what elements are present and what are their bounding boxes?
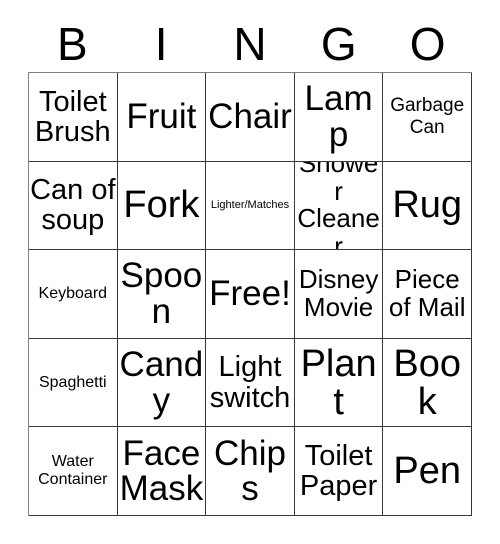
bingo-cell-i1[interactable]: Fruit xyxy=(117,73,207,162)
bingo-cell-label: Keyboard xyxy=(38,285,108,303)
bingo-cell-o5[interactable]: Pen xyxy=(383,427,472,516)
bingo-cell-label: Light switch xyxy=(209,351,291,414)
bingo-cell-label: Fruit xyxy=(126,96,197,136)
bingo-cell-i5[interactable]: Face Mask xyxy=(117,427,207,516)
bingo-card: B I N G O Toilet Brush Fruit Chair Lamp … xyxy=(0,0,500,544)
bingo-cell-g2[interactable]: Shower Cleaner xyxy=(294,161,384,251)
bingo-header-letter-i: I xyxy=(154,18,168,70)
bingo-cell-g3[interactable]: Disney Movie xyxy=(294,250,384,339)
bingo-cell-label: Toilet Paper xyxy=(299,440,378,503)
bingo-cell-label: Face Mask xyxy=(119,433,204,509)
bingo-cell-label: Toilet Brush xyxy=(34,85,111,148)
bingo-cell-label: Pen xyxy=(393,450,461,493)
bingo-cell-g5[interactable]: Toilet Paper xyxy=(294,427,384,516)
bingo-cell-label: Spaghetti xyxy=(38,373,107,391)
bingo-header-letter-g: G xyxy=(320,18,357,70)
bingo-cell-i4[interactable]: Candy xyxy=(117,338,207,428)
bingo-cell-o2[interactable]: Rug xyxy=(383,161,472,251)
bingo-cell-label: Lighter/Matches xyxy=(210,199,290,212)
bingo-cell-b3[interactable]: Keyboard xyxy=(29,250,118,339)
bingo-cell-o3[interactable]: Piece of Mail xyxy=(383,250,472,339)
bingo-cell-label: Rug xyxy=(392,184,463,227)
bingo-header-letter-n: N xyxy=(233,18,267,70)
bingo-cell-label: Water Container xyxy=(38,453,108,489)
bingo-header-row: B I N G O xyxy=(28,16,472,72)
bingo-cell-i3[interactable]: Spoon xyxy=(117,250,207,339)
bingo-cell-label: Chair xyxy=(208,96,292,136)
bingo-cell-n2[interactable]: Lighter/Matches xyxy=(206,161,295,251)
bingo-cell-o1[interactable]: Garbage Can xyxy=(383,73,472,162)
bingo-cell-g4[interactable]: Plant xyxy=(294,338,384,428)
bingo-cell-label: Chips xyxy=(214,433,286,509)
bingo-grid: Toilet Brush Fruit Chair Lamp Garbage Ca… xyxy=(28,72,472,516)
bingo-cell-i2[interactable]: Fork xyxy=(117,161,207,251)
bingo-cell-n4[interactable]: Light switch xyxy=(206,338,295,428)
bingo-cell-label: Shower Cleaner xyxy=(297,161,380,251)
bingo-header-letter-b: B xyxy=(57,18,88,70)
bingo-cell-b2[interactable]: Can of soup xyxy=(29,161,118,251)
bingo-cell-b5[interactable]: Water Container xyxy=(29,427,118,516)
bingo-cell-free-space[interactable]: Free! xyxy=(206,250,295,339)
bingo-cell-g1[interactable]: Lamp xyxy=(294,73,384,162)
bingo-cell-label: Fork xyxy=(123,184,200,227)
bingo-cell-label: Spoon xyxy=(120,256,203,331)
bingo-cell-label: Piece of Mail xyxy=(388,264,466,322)
bingo-cell-label: Can of soup xyxy=(30,174,116,237)
bingo-cell-label: Garbage Can xyxy=(390,95,465,138)
bingo-cell-label: Book xyxy=(393,342,461,423)
bingo-cell-label: Lamp xyxy=(304,79,373,154)
bingo-cell-n1[interactable]: Chair xyxy=(206,73,295,162)
bingo-cell-n5[interactable]: Chips xyxy=(206,427,295,516)
bingo-cell-label: Candy xyxy=(119,344,204,420)
bingo-cell-label: Disney Movie xyxy=(298,264,379,322)
bingo-header-letter-o: O xyxy=(409,18,446,70)
bingo-cell-label: Plant xyxy=(300,342,377,423)
bingo-cell-o4[interactable]: Book xyxy=(383,338,472,428)
bingo-cell-b1[interactable]: Toilet Brush xyxy=(29,73,118,162)
bingo-cell-b4[interactable]: Spaghetti xyxy=(29,338,118,428)
bingo-free-space-label: Free! xyxy=(209,274,291,314)
